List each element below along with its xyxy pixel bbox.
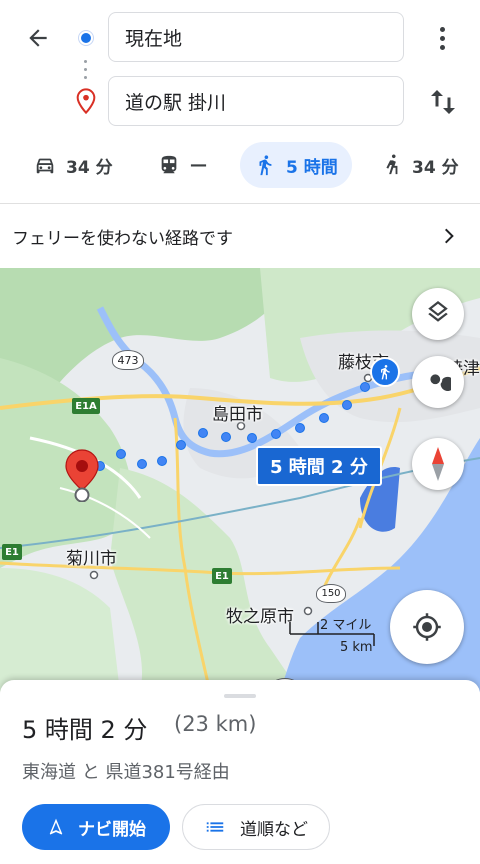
route-duration-badge[interactable]: 5 時間 2 分 xyxy=(256,446,382,486)
origin-walker-marker xyxy=(370,357,400,387)
steps-label: 道順など xyxy=(240,819,308,840)
origin-dot-icon xyxy=(79,31,93,45)
list-icon xyxy=(206,822,224,832)
travel-mode-tabs: 34 分 — 5 時間 34 分 xyxy=(0,142,480,188)
destination-text: 道の駅 掛川 xyxy=(125,91,227,114)
arrow-back-icon xyxy=(29,29,47,47)
e1a-shield: E1A xyxy=(72,398,100,414)
more-options-button[interactable] xyxy=(428,22,456,54)
steps-button[interactable]: 道順など xyxy=(182,804,330,850)
route-duration-badge-text: 5 時間 2 分 xyxy=(270,457,368,478)
start-navigation-button[interactable]: ナビ開始 xyxy=(22,804,170,850)
car-icon xyxy=(36,158,54,174)
ferry-notice-row[interactable]: フェリーを使わない経路です xyxy=(0,204,480,268)
e1-shield-left: E1 xyxy=(2,544,22,560)
route-150-label: 150 xyxy=(321,588,341,599)
train-icon xyxy=(161,155,177,174)
label-makinohara: 牧之原市 xyxy=(226,607,294,627)
tab-bike[interactable]: 34 分 xyxy=(380,142,459,188)
route-distance: (23 km) xyxy=(174,712,257,736)
scale-km: 5 km xyxy=(340,640,373,655)
swap-button[interactable] xyxy=(425,84,461,120)
search-along-route-button[interactable] xyxy=(412,356,464,408)
origin-text: 現在地 xyxy=(125,27,183,50)
directions-header: 現在地 道の駅 掛川 34 分 — 5 時間 34 分 xyxy=(0,0,480,204)
tab-walk-label: 5 時間 xyxy=(286,157,338,178)
tab-transit[interactable]: — xyxy=(158,142,207,188)
map-view[interactable]: 473 E1A E1 E1 150 150 島田市 菊川市 牧之原市 藤枝市 焼… xyxy=(0,268,480,692)
swap-vert-icon xyxy=(431,90,455,114)
origin-field[interactable]: 現在地 xyxy=(108,12,404,62)
map-scale: 2 マイル 5 km xyxy=(288,610,378,658)
tab-walk[interactable]: 5 時間 xyxy=(240,142,352,188)
route-duration: 5 時間 2 分 xyxy=(22,716,148,744)
back-button[interactable] xyxy=(18,20,58,56)
search-icon xyxy=(430,374,451,391)
my-location-icon xyxy=(413,613,441,641)
layers-button[interactable] xyxy=(412,288,464,340)
tab-car-label: 34 分 xyxy=(66,157,113,178)
e1-mid-label: E1 xyxy=(215,570,229,582)
route-473-shield: 473 xyxy=(112,350,144,370)
drag-handle[interactable] xyxy=(224,694,256,698)
ride-icon xyxy=(386,154,398,175)
route-via: 東海道 と 県道381号経由 xyxy=(22,762,230,783)
e1a-label: E1A xyxy=(75,400,97,412)
route-summary-sheet: 5 時間 2 分 (23 km) 東海道 と 県道381号経由 ナビ開始 道順な… xyxy=(0,680,480,864)
compass-icon xyxy=(432,447,444,481)
ferry-notice-text: フェリーを使わない経路です xyxy=(12,228,233,249)
e1-left-label: E1 xyxy=(5,546,19,558)
destination-pin-icon xyxy=(76,88,96,114)
route-473-label: 473 xyxy=(117,353,139,367)
tab-bike-label: 34 分 xyxy=(412,157,459,178)
route-connector xyxy=(84,60,87,84)
tab-transit-label: — xyxy=(190,155,207,175)
e1-shield-mid: E1 xyxy=(212,568,232,584)
compass-button[interactable] xyxy=(412,438,464,490)
walk-icon xyxy=(381,365,390,380)
label-shimada: 島田市 xyxy=(212,405,263,425)
label-kikugawa: 菊川市 xyxy=(66,549,117,569)
destination-marker-icon xyxy=(65,449,99,502)
scale-miles: 2 マイル xyxy=(320,618,372,633)
my-location-button[interactable] xyxy=(390,590,464,664)
layers-icon xyxy=(428,301,448,322)
tab-car[interactable]: 34 分 xyxy=(34,142,113,188)
navigation-arrow-icon xyxy=(49,818,63,835)
start-navigation-label: ナビ開始 xyxy=(78,819,146,840)
walk-icon xyxy=(259,155,272,176)
destination-field[interactable]: 道の駅 掛川 xyxy=(108,76,404,126)
more-vert-icon xyxy=(439,26,445,32)
route-150-shield: 150 xyxy=(316,584,346,603)
chevron-right-icon xyxy=(445,228,454,244)
